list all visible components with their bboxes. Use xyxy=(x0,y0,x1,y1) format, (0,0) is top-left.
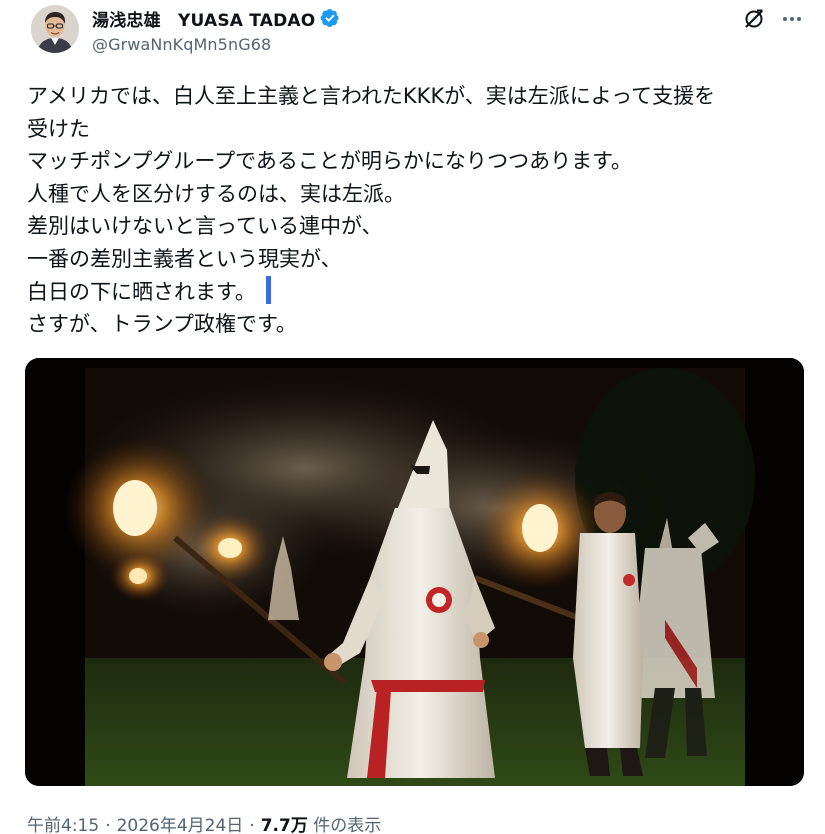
tweet-text: アメリカでは、白人至上主義と言われたKKKが、実は左派によって支援を 受けた マ… xyxy=(27,80,807,341)
tweet-text-line: 白日の下に晒されます。 xyxy=(27,279,256,304)
tweet-meta: 午前4:15 · 2026年4月24日 · 7.7万 件の表示 xyxy=(27,811,381,834)
tweet-text-line: 差別はいけないと言っている連中が、 xyxy=(27,214,383,239)
avatar[interactable] xyxy=(31,5,79,53)
tweet-text-line: マッチポンプグループであることが明らかになりつつあります。 xyxy=(27,149,633,174)
meta-separator: · xyxy=(249,816,255,834)
author-handle[interactable]: @GrwaNnKqMn5nG68 xyxy=(92,35,340,54)
tweet-actions xyxy=(741,6,805,32)
post-date[interactable]: 2026年4月24日 xyxy=(117,816,244,834)
photo-torch-procession xyxy=(25,358,804,786)
meta-separator: · xyxy=(105,816,111,834)
author-display-name[interactable]: 湯浅忠雄 YUASA TADAO xyxy=(92,6,315,31)
avatar-image xyxy=(31,5,79,53)
more-options-icon[interactable] xyxy=(779,6,805,32)
tweet-text-line: 受けた xyxy=(27,116,90,141)
tweet-text-line: アメリカでは、白人至上主義と言われたKKKが、実は左派によって支援を xyxy=(27,84,716,108)
verified-badge-icon[interactable] xyxy=(320,8,340,28)
views-label: 件の表示 xyxy=(313,816,382,834)
post-time[interactable]: 午前4:15 xyxy=(27,816,99,834)
author-block: 湯浅忠雄 YUASA TADAO @GrwaNnKqMn5nG68 xyxy=(92,6,340,54)
views-count: 7.7万 xyxy=(260,816,308,834)
tweet-text-line: 一番の差別主義者という現実が、 xyxy=(27,246,342,271)
text-cursor xyxy=(265,275,271,304)
tweet-text-line: 人種で人を区分けするのは、実は左派。 xyxy=(27,181,405,206)
grok-icon[interactable] xyxy=(741,6,767,32)
tweet: 湯浅忠雄 YUASA TADAO @GrwaNnKqMn5nG68 アメリカでは… xyxy=(0,0,825,834)
tweet-photo[interactable] xyxy=(25,358,804,786)
tweet-text-line-with-caret: 白日の下に晒されます。 xyxy=(27,275,807,309)
tweet-text-line: さすが、トランプ政権です。 xyxy=(27,312,297,337)
